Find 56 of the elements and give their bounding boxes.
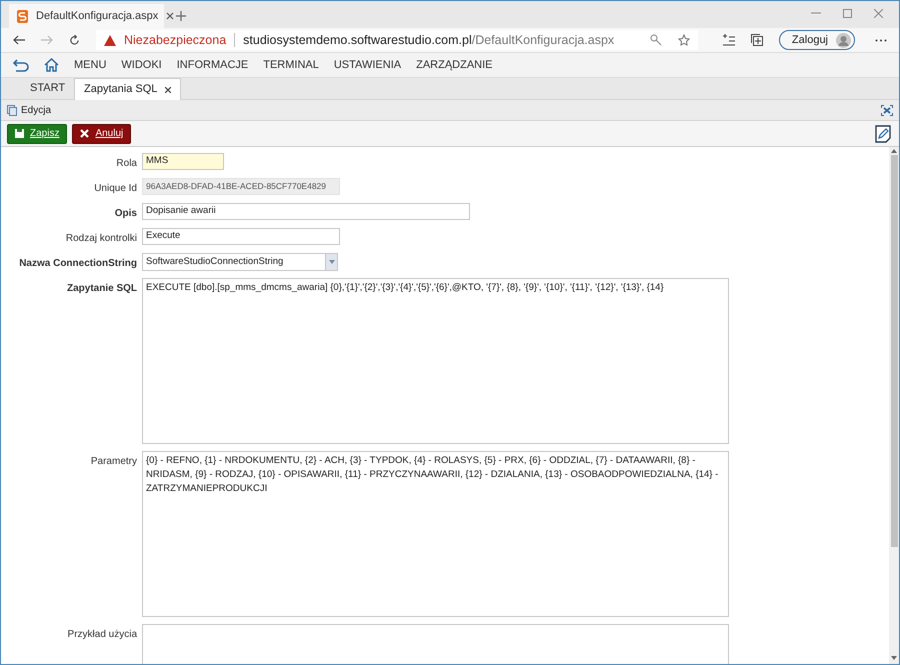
save-button[interactable]: Zapisz	[7, 124, 68, 144]
text-area[interactable]: EXECUTE [dbo].[sp_mms_dmcms_awaria] {0},'{1}','{2}','{3}','{4}','{5}','{6}',@KTO, '{7}', {8}, '{9}', '{10}', '{11}', '{12}', '{13}', {14}	[142, 278, 729, 444]
back-icon[interactable]	[13, 35, 25, 45]
minimize-icon[interactable]	[811, 12, 821, 14]
scroll-up-icon[interactable]	[891, 149, 897, 153]
collections-icon[interactable]	[750, 34, 763, 46]
tab[interactable]: Zapytania SQL	[74, 78, 182, 100]
field-label: Przykład użycia	[66, 628, 137, 642]
address-field[interactable]: Niezabezpieczona studiosystemdemo.softwarestudio.com.pl/DefaultKonfiguracja.aspx	[96, 30, 698, 50]
more-icon[interactable]	[875, 38, 887, 42]
caret-icon	[328, 260, 334, 264]
tab[interactable]: START	[21, 78, 74, 99]
avatar-icon	[836, 32, 851, 48]
menu-item[interactable]: INFORMACJE	[176, 56, 248, 74]
star-icon[interactable]	[678, 34, 690, 46]
text-field[interactable]: MMS	[142, 153, 224, 170]
cancel-button[interactable]: Anuluj	[72, 124, 132, 144]
field-label: Rodzaj kontrolki	[64, 232, 137, 246]
save-icon	[15, 129, 24, 138]
text-area[interactable]: {0} - REFNO, {1} - NRDOKUMENTU, {2} - ACH, {3} - TYPDOK, {4} - ROLASYS, {5} - PRX, {6} - ODDZIAL, {7} - DATAAWARII, {8} - NRIDASM, {9} - RODZAJ, {10} - OPISAWARII, {11} - PRZYCZYNAAWARII, {12} - DZIALANIA, {13} - OSOBAODPOWIEDZIALNA, {14} - ZATRZYMANIEPRODUKCJI	[142, 451, 729, 617]
text-field[interactable]: Execute	[142, 228, 340, 245]
field-label: Nazwa ConnectionString	[18, 257, 137, 271]
document-icon	[7, 104, 17, 116]
menu-item[interactable]: TERMINAL	[263, 56, 319, 74]
field-label: Zapytanie SQL	[66, 282, 137, 296]
warning-icon	[104, 34, 116, 46]
field-label: Parametry	[90, 455, 137, 469]
url-text: studiosystemdemo.softwarestudio.com.pl/DefaultKonfiguracja.aspx	[243, 32, 614, 49]
scrollbar[interactable]	[889, 147, 899, 664]
text-field[interactable]: Dopisanie awarii	[142, 203, 470, 220]
close-icon[interactable]	[165, 86, 172, 92]
menu-item[interactable]: ZARZĄDZANIE	[416, 56, 492, 74]
menu-item[interactable]: USTAWIENIA	[334, 56, 402, 74]
sign-in-button[interactable]: Zaloguj	[778, 30, 855, 50]
maximize-icon[interactable]	[843, 9, 852, 18]
security-label: Niezabezpieczona	[124, 32, 226, 49]
favorites-icon[interactable]	[722, 34, 735, 46]
back-icon[interactable]	[13, 58, 29, 72]
tab-title: DefaultKonfiguracja.aspx	[36, 8, 158, 24]
field-label: Unique Id	[93, 182, 137, 196]
home-icon[interactable]	[44, 58, 59, 72]
readonly-field: 96A3AED8-DFAD-41BE-ACED-85CF770E4829	[142, 178, 340, 195]
field-label: Opis	[114, 207, 137, 221]
field-label: Rola	[115, 157, 137, 171]
dropdown[interactable]: SoftwareStudioConnectionString	[142, 253, 338, 271]
scroll-down-icon[interactable]	[891, 656, 897, 660]
new-tab-icon[interactable]	[176, 11, 186, 21]
menu-item[interactable]: WIDOKI	[121, 56, 162, 74]
menu-item[interactable]: MENU	[74, 56, 106, 74]
reload-icon[interactable]	[69, 34, 80, 46]
site-logo-icon	[17, 10, 28, 22]
close-icon	[80, 129, 90, 138]
collapse-icon[interactable]	[881, 104, 893, 116]
panel-title: Edycja	[21, 104, 52, 118]
close-icon[interactable]	[166, 12, 174, 20]
edit-icon[interactable]	[875, 124, 891, 142]
